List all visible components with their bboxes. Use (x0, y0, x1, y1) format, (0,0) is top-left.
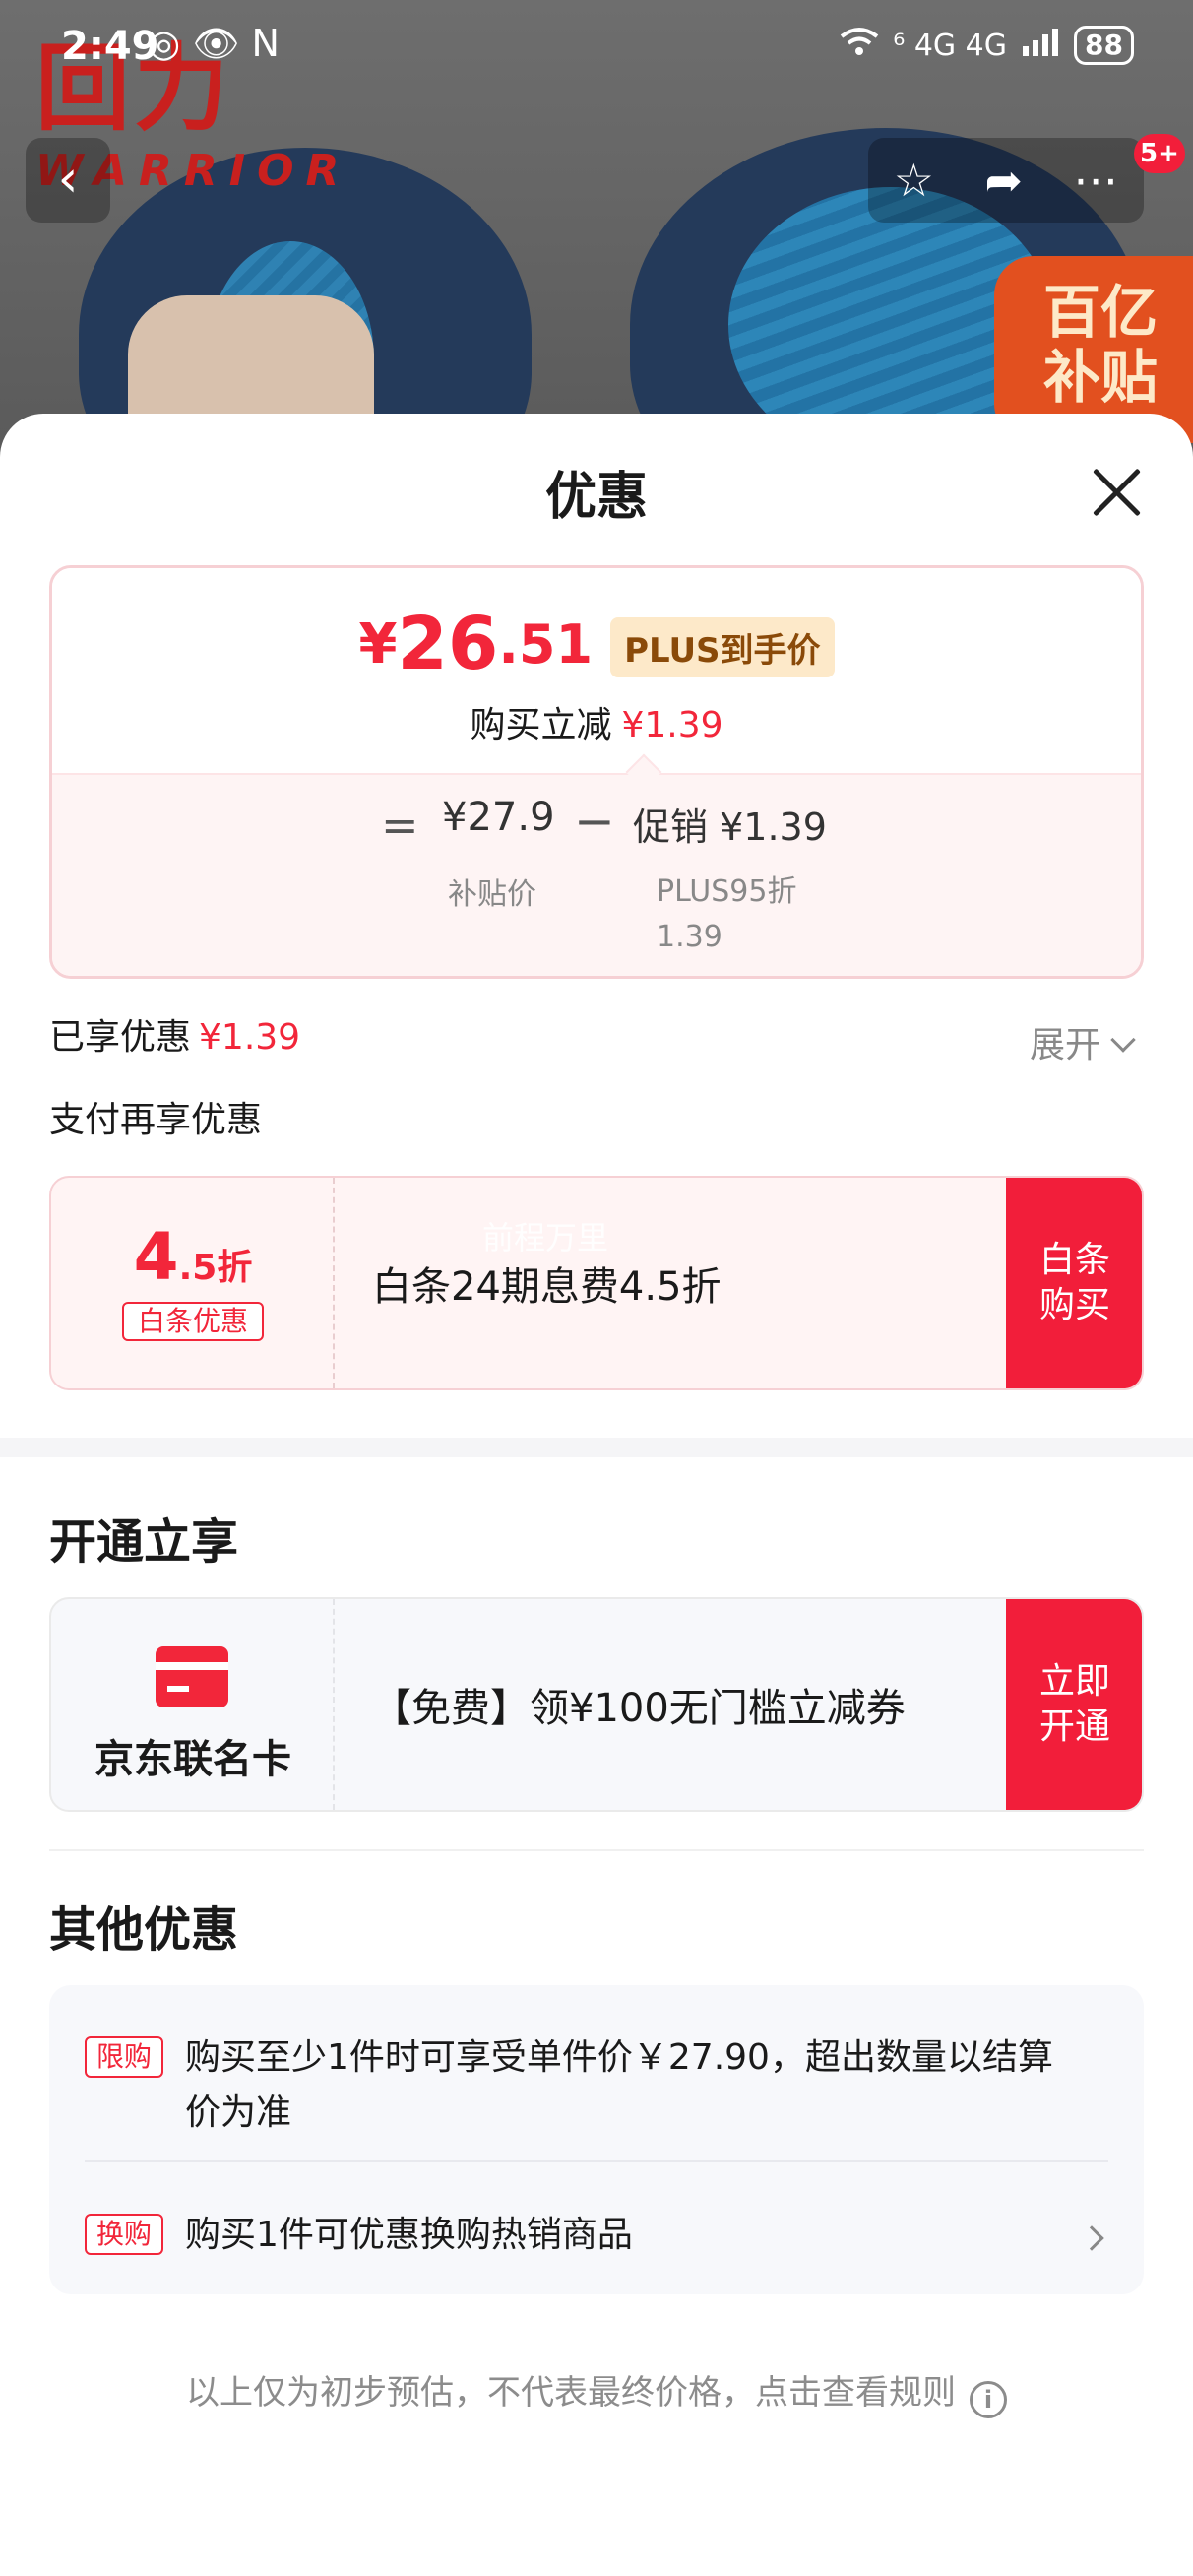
enjoyed-label: 已享优惠 (49, 1017, 192, 1058)
promo-detail-line1: PLUS95折 (657, 874, 797, 909)
cobrand-card-coupon: 京东联名卡 【免费】领¥100无门槛立减券 立即 开通 (49, 1597, 1144, 1812)
wifi-icon (840, 27, 879, 64)
cobrand-card-info: 京东联名卡 (51, 1599, 335, 1810)
network-label: ⁶ 4G 4G (893, 28, 1008, 63)
pay-more-label: 支付再享优惠 (49, 1100, 263, 1140)
back-button[interactable]: ‹ (26, 138, 110, 223)
list-separator (85, 2160, 1108, 2162)
section-divider (0, 1438, 1193, 1457)
minus-sign: − (574, 793, 615, 850)
discount-sheet: 优惠 ¥ 26 .51 PLUS到手价 购买立减 ¥1.39 = ¥27.9 补贴… (0, 414, 1193, 2576)
promo-detail-line2: 1.39 (657, 920, 722, 954)
cobrand-card-name: 京东联名卡 (94, 1737, 291, 1782)
message-badge: 5+ (1134, 134, 1185, 173)
sheet-title: 优惠 (544, 468, 648, 527)
promo-amount: 促销 ¥1.39 (633, 797, 827, 851)
limit-text: 购买至少1件时可享受单件价￥27.90，超出数量以结算价为准 (185, 2037, 1053, 2133)
price-currency: ¥ (358, 612, 398, 676)
nav-actions: ☆ ➦ ⋯ (868, 138, 1144, 223)
enjoyed-discount: 已享优惠 ¥1.39 (49, 1008, 300, 1060)
exchange-tag: 换购 (85, 2214, 163, 2255)
price-card: ¥ 26 .51 PLUS到手价 购买立减 ¥1.39 = ¥27.9 补贴价 −… (49, 565, 1144, 979)
other-section-title: 其他优惠 (49, 1902, 239, 1958)
chevron-right-icon (1079, 2225, 1104, 2251)
instant-reduce-value: ¥1.39 (621, 705, 723, 745)
plus-price-tag: PLUS到手价 (610, 616, 835, 677)
more-icon[interactable]: ⋯ (1073, 154, 1118, 207)
chevron-down-icon (1110, 1027, 1136, 1053)
signal-icon (1021, 27, 1060, 64)
expand-button[interactable]: 展开 (1030, 1016, 1136, 1067)
other-discounts: 限购 购买至少1件时可享受单件价￥27.90，超出数量以结算价为准 换购 购买1… (49, 1985, 1144, 2294)
limit-tag: 限购 (85, 2036, 163, 2078)
promo-detail: PLUS95折 1.39 (657, 869, 797, 960)
close-icon[interactable] (1081, 457, 1152, 528)
price-integer: 26 (397, 602, 499, 686)
share-icon[interactable]: ➦ (984, 154, 1023, 207)
expand-label: 展开 (1030, 1025, 1101, 1065)
credit-card-icon (156, 1646, 228, 1707)
baitiao-discount-value: 4.5折 (51, 1219, 335, 1295)
price-summary: ¥ 26 .51 PLUS到手价 购买立减 ¥1.39 (52, 568, 1141, 773)
promo-value: ¥1.39 (720, 805, 827, 849)
baitiao-buy-button[interactable]: 白条 购买 (1006, 1178, 1142, 1388)
subsidy-price-value: ¥27.9 (442, 795, 555, 840)
foot-shape (128, 295, 374, 433)
status-notification-icons: ◎ 👁 N (148, 22, 280, 65)
equals-sign: = (381, 799, 419, 852)
open-card-button[interactable]: 立即 开通 (1006, 1599, 1142, 1810)
status-time: 2:49 (61, 24, 159, 69)
battery-icon: 88 (1074, 26, 1134, 65)
section-divider-thin (49, 1849, 1144, 1851)
disclaimer-text: 以上仅为初步预估，不代表最终价格，点击查看规则 (186, 2373, 956, 2413)
enjoyed-value: ¥1.39 (199, 1017, 301, 1058)
baitiao-description: 白条24期息费4.5折 (372, 1264, 722, 1310)
baitiao-coupon: 4.5折 白条优惠 白条24期息费4.5折 白条 购买 (49, 1176, 1144, 1390)
final-price: ¥ 26 .51 PLUS到手价 (52, 602, 1141, 686)
baitiao-tag: 白条优惠 (122, 1302, 264, 1341)
cobrand-card-description: 【免费】领¥100无门槛立减券 (372, 1686, 906, 1731)
discount-big: 4 (133, 1219, 179, 1295)
price-decimal: .51 (498, 612, 594, 676)
status-right-icons: ⁶ 4G 4G 88 (840, 26, 1134, 65)
status-bar: 2:49 ◎ 👁 N ⁶ 4G 4G 88 (0, 0, 1193, 95)
baitiao-discount: 4.5折 白条优惠 (51, 1178, 335, 1388)
watermark: 前程万里 (482, 1219, 609, 1256)
discount-small: .5折 (178, 1248, 253, 1288)
promo-label: 促销 (633, 805, 709, 849)
price-breakdown: = ¥27.9 补贴价 − 促销 ¥1.39 PLUS95折 1.39 (52, 773, 1141, 976)
disclaimer[interactable]: 以上仅为初步预估，不代表最终价格，点击查看规则 i (0, 2365, 1193, 2418)
open-section-title: 开通立享 (49, 1514, 239, 1570)
info-icon: i (970, 2381, 1007, 2418)
star-icon[interactable]: ☆ (894, 154, 934, 207)
exchange-text: 购买1件可优惠换购热销商品 (185, 2215, 633, 2255)
instant-reduce: 购买立减 ¥1.39 (52, 696, 1141, 747)
subsidy-price-label: 补贴价 (448, 877, 536, 912)
instant-reduce-label: 购买立减 (470, 705, 612, 745)
